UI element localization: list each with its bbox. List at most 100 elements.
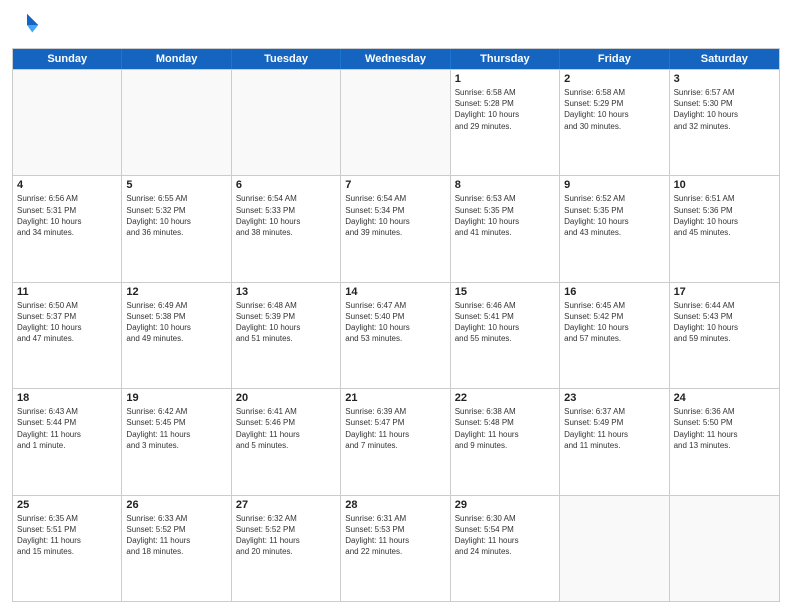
header-day-sunday: Sunday bbox=[13, 49, 122, 69]
empty-cell-0-3 bbox=[341, 70, 450, 175]
day-cell-4: 4 Sunrise: 6:56 AM Sunset: 5:31 PM Daylig… bbox=[13, 176, 122, 281]
day-number: 3 bbox=[674, 73, 775, 85]
day-cell-20: 20 Sunrise: 6:41 AM Sunset: 5:46 PM Dayli… bbox=[232, 389, 341, 494]
day-info: Sunrise: 6:54 AM Sunset: 5:34 PM Dayligh… bbox=[345, 193, 445, 238]
day-info: Sunrise: 6:33 AM Sunset: 5:52 PM Dayligh… bbox=[126, 513, 226, 558]
day-number: 4 bbox=[17, 179, 117, 191]
day-number: 21 bbox=[345, 392, 445, 404]
day-info: Sunrise: 6:43 AM Sunset: 5:44 PM Dayligh… bbox=[17, 406, 117, 451]
day-number: 15 bbox=[455, 286, 555, 298]
day-number: 11 bbox=[17, 286, 117, 298]
calendar-row-3: 18 Sunrise: 6:43 AM Sunset: 5:44 PM Dayli… bbox=[13, 388, 779, 494]
day-cell-29: 29Sunrise: 6:30 AM Sunset: 5:54 PM Dayli… bbox=[451, 496, 560, 601]
day-cell-11: 11 Sunrise: 6:50 AM Sunset: 5:37 PM Dayli… bbox=[13, 283, 122, 388]
calendar-body: 1 Sunrise: 6:58 AM Sunset: 5:28 PM Daylig… bbox=[13, 69, 779, 601]
day-info: Sunrise: 6:55 AM Sunset: 5:32 PM Dayligh… bbox=[126, 193, 226, 238]
day-cell-1: 1 Sunrise: 6:58 AM Sunset: 5:28 PM Daylig… bbox=[451, 70, 560, 175]
day-cell-5: 5 Sunrise: 6:55 AM Sunset: 5:32 PM Daylig… bbox=[122, 176, 231, 281]
header-day-friday: Friday bbox=[560, 49, 669, 69]
day-number: 5 bbox=[126, 179, 226, 191]
day-number: 8 bbox=[455, 179, 555, 191]
day-info: Sunrise: 6:50 AM Sunset: 5:37 PM Dayligh… bbox=[17, 300, 117, 345]
day-info: Sunrise: 6:37 AM Sunset: 5:49 PM Dayligh… bbox=[564, 406, 664, 451]
calendar-row-4: 25 Sunrise: 6:35 AM Sunset: 5:51 PM Dayli… bbox=[13, 495, 779, 601]
day-cell-18: 18 Sunrise: 6:43 AM Sunset: 5:44 PM Dayli… bbox=[13, 389, 122, 494]
day-info: Sunrise: 6:38 AM Sunset: 5:48 PM Dayligh… bbox=[455, 406, 555, 451]
day-number: 20 bbox=[236, 392, 336, 404]
day-cell-23: 23Sunrise: 6:37 AM Sunset: 5:49 PM Dayli… bbox=[560, 389, 669, 494]
day-number: 26 bbox=[126, 499, 226, 511]
empty-cell-0-2 bbox=[232, 70, 341, 175]
logo bbox=[12, 10, 46, 40]
day-info: Sunrise: 6:39 AM Sunset: 5:47 PM Dayligh… bbox=[345, 406, 445, 451]
day-cell-10: 10 Sunrise: 6:51 AM Sunset: 5:36 PM Dayli… bbox=[670, 176, 779, 281]
day-info: Sunrise: 6:56 AM Sunset: 5:31 PM Dayligh… bbox=[17, 193, 117, 238]
calendar-header: SundayMondayTuesdayWednesdayThursdayFrid… bbox=[13, 49, 779, 69]
header-day-tuesday: Tuesday bbox=[232, 49, 341, 69]
day-info: Sunrise: 6:45 AM Sunset: 5:42 PM Dayligh… bbox=[564, 300, 664, 345]
day-cell-7: 7 Sunrise: 6:54 AM Sunset: 5:34 PM Daylig… bbox=[341, 176, 450, 281]
day-number: 10 bbox=[674, 179, 775, 191]
day-number: 25 bbox=[17, 499, 117, 511]
calendar-row-2: 11 Sunrise: 6:50 AM Sunset: 5:37 PM Dayli… bbox=[13, 282, 779, 388]
day-info: Sunrise: 6:32 AM Sunset: 5:52 PM Dayligh… bbox=[236, 513, 336, 558]
day-number: 1 bbox=[455, 73, 555, 85]
day-cell-12: 12 Sunrise: 6:49 AM Sunset: 5:38 PM Dayli… bbox=[122, 283, 231, 388]
empty-cell-0-1 bbox=[122, 70, 231, 175]
day-info: Sunrise: 6:46 AM Sunset: 5:41 PM Dayligh… bbox=[455, 300, 555, 345]
header bbox=[12, 10, 780, 40]
header-day-thursday: Thursday bbox=[451, 49, 560, 69]
day-cell-28: 28 Sunrise: 6:31 AM Sunset: 5:53 PM Dayli… bbox=[341, 496, 450, 601]
empty-cell-4-5 bbox=[560, 496, 669, 601]
calendar-row-1: 4 Sunrise: 6:56 AM Sunset: 5:31 PM Daylig… bbox=[13, 175, 779, 281]
day-info: Sunrise: 6:36 AM Sunset: 5:50 PM Dayligh… bbox=[674, 406, 775, 451]
day-number: 29 bbox=[455, 499, 555, 511]
day-number: 9 bbox=[564, 179, 664, 191]
day-info: Sunrise: 6:51 AM Sunset: 5:36 PM Dayligh… bbox=[674, 193, 775, 238]
day-cell-2: 2 Sunrise: 6:58 AM Sunset: 5:29 PM Daylig… bbox=[560, 70, 669, 175]
day-cell-14: 14Sunrise: 6:47 AM Sunset: 5:40 PM Dayli… bbox=[341, 283, 450, 388]
day-info: Sunrise: 6:58 AM Sunset: 5:29 PM Dayligh… bbox=[564, 87, 664, 132]
day-cell-13: 13Sunrise: 6:48 AM Sunset: 5:39 PM Dayli… bbox=[232, 283, 341, 388]
day-number: 27 bbox=[236, 499, 336, 511]
day-info: Sunrise: 6:41 AM Sunset: 5:46 PM Dayligh… bbox=[236, 406, 336, 451]
day-info: Sunrise: 6:31 AM Sunset: 5:53 PM Dayligh… bbox=[345, 513, 445, 558]
day-info: Sunrise: 6:58 AM Sunset: 5:28 PM Dayligh… bbox=[455, 87, 555, 132]
day-number: 14 bbox=[345, 286, 445, 298]
header-day-saturday: Saturday bbox=[670, 49, 779, 69]
day-number: 28 bbox=[345, 499, 445, 511]
day-cell-25: 25 Sunrise: 6:35 AM Sunset: 5:51 PM Dayli… bbox=[13, 496, 122, 601]
header-day-monday: Monday bbox=[122, 49, 231, 69]
day-info: Sunrise: 6:52 AM Sunset: 5:35 PM Dayligh… bbox=[564, 193, 664, 238]
day-cell-27: 27 Sunrise: 6:32 AM Sunset: 5:52 PM Dayli… bbox=[232, 496, 341, 601]
day-number: 7 bbox=[345, 179, 445, 191]
day-cell-9: 9 Sunrise: 6:52 AM Sunset: 5:35 PM Daylig… bbox=[560, 176, 669, 281]
day-info: Sunrise: 6:35 AM Sunset: 5:51 PM Dayligh… bbox=[17, 513, 117, 558]
calendar-row-0: 1 Sunrise: 6:58 AM Sunset: 5:28 PM Daylig… bbox=[13, 69, 779, 175]
day-cell-19: 19 Sunrise: 6:42 AM Sunset: 5:45 PM Dayli… bbox=[122, 389, 231, 494]
day-cell-3: 3Sunrise: 6:57 AM Sunset: 5:30 PM Daylig… bbox=[670, 70, 779, 175]
calendar: SundayMondayTuesdayWednesdayThursdayFrid… bbox=[12, 48, 780, 602]
day-number: 6 bbox=[236, 179, 336, 191]
day-cell-22: 22Sunrise: 6:38 AM Sunset: 5:48 PM Dayli… bbox=[451, 389, 560, 494]
day-cell-6: 6 Sunrise: 6:54 AM Sunset: 5:33 PM Daylig… bbox=[232, 176, 341, 281]
empty-cell-0-0 bbox=[13, 70, 122, 175]
day-cell-21: 21 Sunrise: 6:39 AM Sunset: 5:47 PM Dayli… bbox=[341, 389, 450, 494]
day-info: Sunrise: 6:54 AM Sunset: 5:33 PM Dayligh… bbox=[236, 193, 336, 238]
header-day-wednesday: Wednesday bbox=[341, 49, 450, 69]
day-number: 19 bbox=[126, 392, 226, 404]
day-cell-24: 24 Sunrise: 6:36 AM Sunset: 5:50 PM Dayli… bbox=[670, 389, 779, 494]
day-number: 24 bbox=[674, 392, 775, 404]
day-info: Sunrise: 6:42 AM Sunset: 5:45 PM Dayligh… bbox=[126, 406, 226, 451]
day-info: Sunrise: 6:44 AM Sunset: 5:43 PM Dayligh… bbox=[674, 300, 775, 345]
day-number: 13 bbox=[236, 286, 336, 298]
day-cell-26: 26 Sunrise: 6:33 AM Sunset: 5:52 PM Dayli… bbox=[122, 496, 231, 601]
day-number: 18 bbox=[17, 392, 117, 404]
day-info: Sunrise: 6:49 AM Sunset: 5:38 PM Dayligh… bbox=[126, 300, 226, 345]
day-number: 2 bbox=[564, 73, 664, 85]
day-info: Sunrise: 6:53 AM Sunset: 5:35 PM Dayligh… bbox=[455, 193, 555, 238]
day-cell-8: 8 Sunrise: 6:53 AM Sunset: 5:35 PM Daylig… bbox=[451, 176, 560, 281]
day-cell-17: 17Sunrise: 6:44 AM Sunset: 5:43 PM Dayli… bbox=[670, 283, 779, 388]
day-cell-15: 15 Sunrise: 6:46 AM Sunset: 5:41 PM Dayli… bbox=[451, 283, 560, 388]
day-number: 12 bbox=[126, 286, 226, 298]
